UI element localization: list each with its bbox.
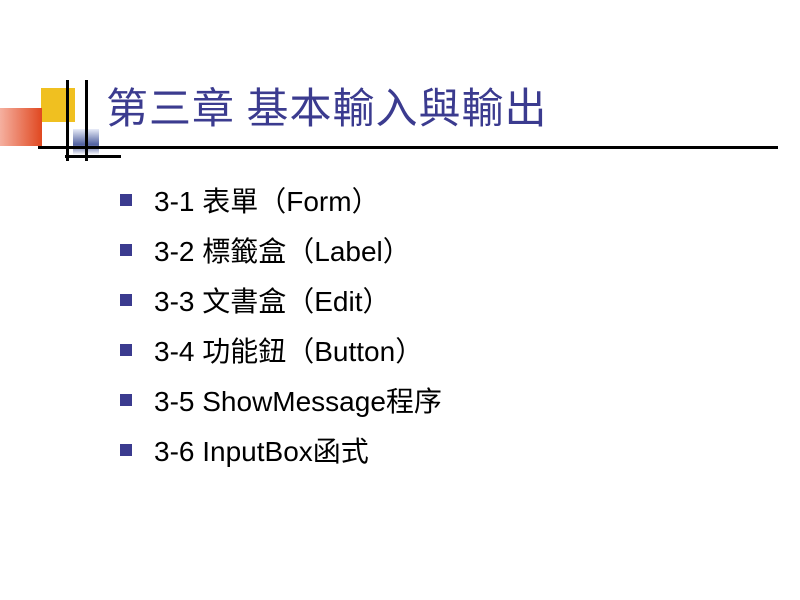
bullet-icon — [120, 344, 132, 356]
list-item-text: 3-4 功能鈕（Button） — [154, 330, 423, 370]
list-item-text: 3-3 文書盒（Edit） — [154, 280, 391, 320]
list-item-text: 3-1 表單（Form） — [154, 180, 380, 220]
red-square-icon — [0, 108, 42, 146]
yellow-square-icon — [41, 88, 75, 122]
list-item: 3-6 InputBox函式 — [120, 430, 442, 470]
list-item-text: 3-6 InputBox函式 — [154, 430, 369, 470]
slide-title: 第三章 基本輸入與輸出 — [106, 75, 548, 136]
list-item: 3-2 標籤盒（Label） — [120, 230, 442, 270]
list-item-text: 3-5 ShowMessage程序 — [154, 380, 442, 420]
vertical-line-left — [66, 80, 69, 161]
list-item: 3-3 文書盒（Edit） — [120, 280, 442, 320]
list-item: 3-1 表單（Form） — [120, 180, 442, 220]
bullet-icon — [120, 194, 132, 206]
list-item: 3-4 功能鈕（Button） — [120, 330, 442, 370]
slide: 第三章 基本輸入與輸出 3-1 表單（Form） 3-2 標籤盒（Label） … — [0, 0, 800, 600]
content-list: 3-1 表單（Form） 3-2 標籤盒（Label） 3-3 文書盒（Edit… — [120, 180, 442, 480]
bullet-icon — [120, 244, 132, 256]
bullet-icon — [120, 444, 132, 456]
vertical-line-right — [85, 80, 88, 161]
bullet-icon — [120, 294, 132, 306]
horizontal-line-bottom — [65, 155, 121, 158]
horizontal-line-top — [38, 146, 778, 149]
bullet-icon — [120, 394, 132, 406]
list-item: 3-5 ShowMessage程序 — [120, 380, 442, 420]
list-item-text: 3-2 標籤盒（Label） — [154, 230, 411, 270]
